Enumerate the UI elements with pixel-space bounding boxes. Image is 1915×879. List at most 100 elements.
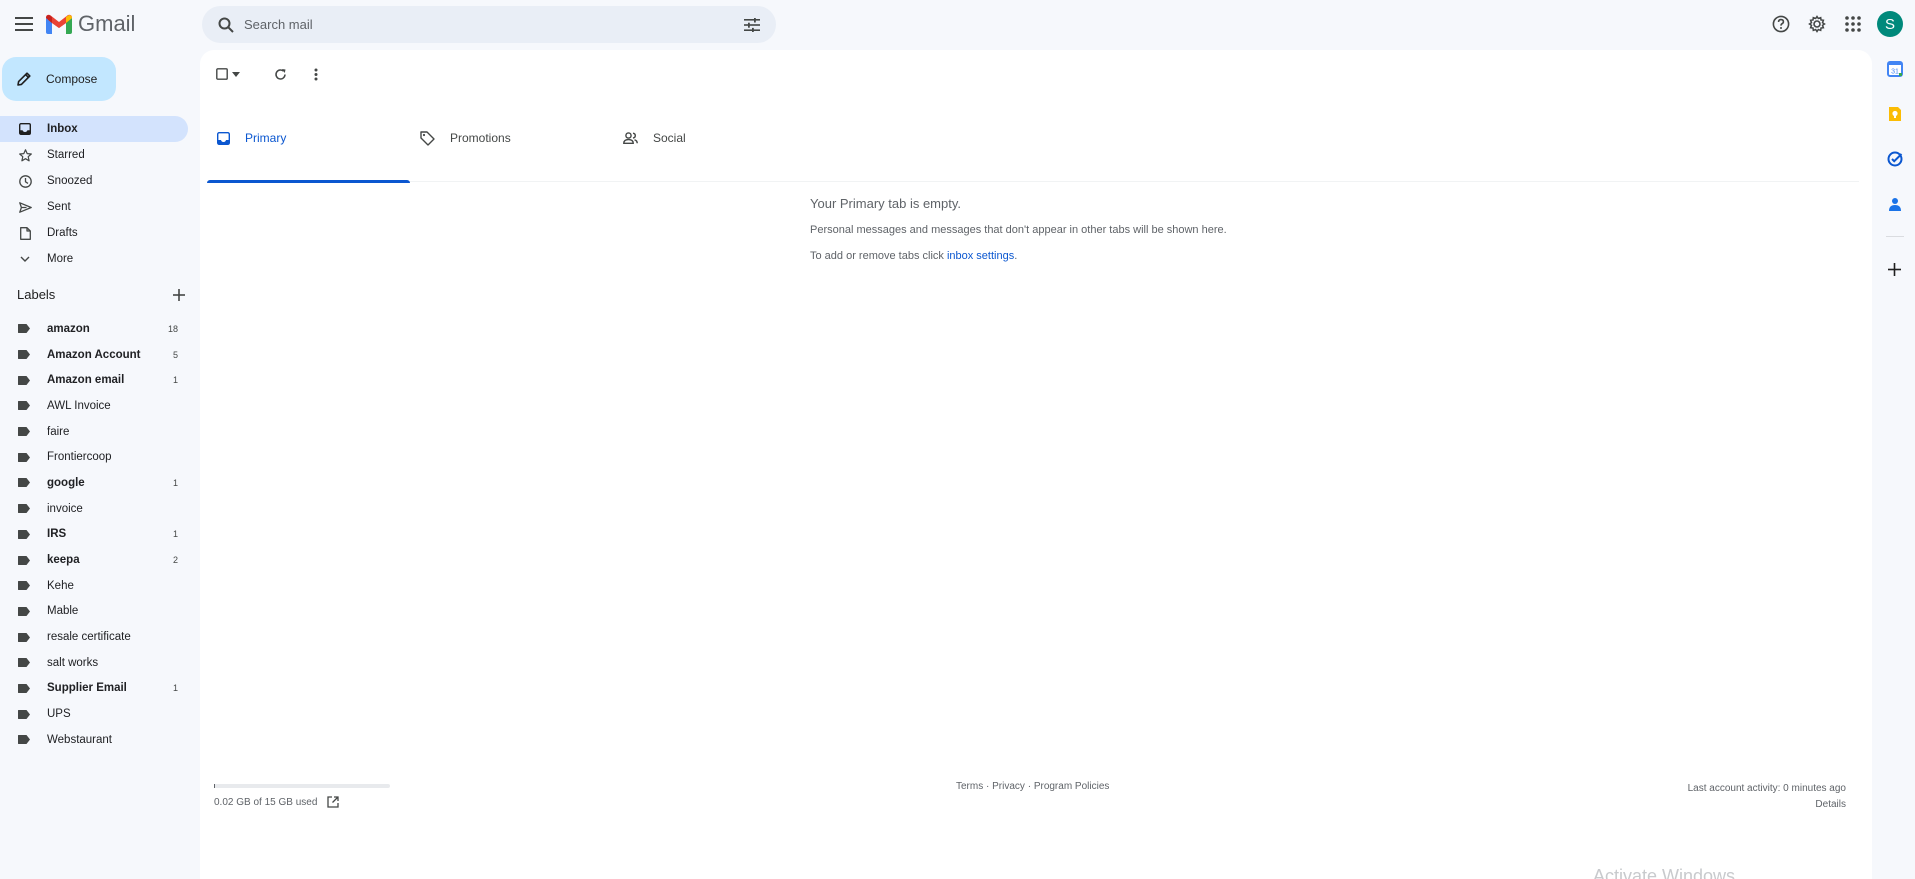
settings-button[interactable] [1799,6,1835,42]
unread-count: 1 [172,375,178,386]
label-item-invoice[interactable]: invoice [0,496,188,522]
details-link[interactable]: Details [1688,797,1846,813]
privacy-link[interactable]: Privacy [992,781,1025,792]
pencil-icon [17,72,31,86]
label-name: keepa [47,554,80,567]
sidebar-item-more[interactable]: More [0,246,188,272]
label-item-amazon-account[interactable]: Amazon Account 5 [0,342,188,368]
search-input[interactable] [244,17,734,32]
label-name: invoice [47,502,83,515]
account-avatar[interactable]: S [1877,11,1903,37]
refresh-icon [274,68,286,80]
sidebar-item-label: Snoozed [47,175,93,187]
help-icon [1772,15,1790,33]
labels-list: amazon 18 Amazon Account 5 Amazon email 1 AWL … [0,316,188,753]
label-item-kehe[interactable]: Kehe [0,573,188,599]
tab-label: Social [653,131,686,145]
gmail-logo[interactable]: Gmail [46,11,135,37]
hamburger-icon [15,17,33,31]
refresh-button[interactable] [266,58,294,90]
tab-primary[interactable]: Primary [207,94,410,183]
label-name: salt works [47,656,99,669]
google-apps-button[interactable] [1835,6,1871,42]
program-policies-link[interactable]: Program Policies [1034,781,1110,792]
label-item-irs[interactable]: IRS 1 [0,522,188,548]
label-name: Mable [47,605,79,618]
label-item-awl-invoice[interactable]: AWL Invoice [0,393,188,419]
label-item-amazon[interactable]: amazon 18 [0,316,188,342]
plus-icon [1888,262,1901,276]
category-tabs: Primary Promotions Social [207,94,1859,183]
label-icon [18,427,32,437]
calendar-app-button[interactable]: 31 [1882,56,1908,82]
compose-label: Compose [46,72,98,86]
search-icon [218,17,234,33]
search-button[interactable] [208,7,244,43]
support-button[interactable] [1763,6,1799,42]
sidebar-item-sent[interactable]: Sent [0,194,188,220]
tune-icon [744,17,760,32]
label-item-resale-certificate[interactable]: resale certificate [0,624,188,650]
label-name: Supplier Email [47,682,127,695]
empty-state-text: Personal messages and messages that don'… [810,224,1227,236]
draft-icon [18,226,32,240]
tab-social[interactable]: Social [613,94,816,182]
contacts-app-button[interactable] [1882,191,1908,217]
label-name: resale certificate [47,631,131,644]
gear-icon [1808,15,1826,33]
terms-link[interactable]: Terms [956,781,983,792]
label-icon [18,504,32,514]
unread-count: 2 [172,555,178,566]
label-item-webstaurant[interactable]: Webstaurant [0,727,188,753]
unread-count: 1 [172,477,178,488]
label-item-mable[interactable]: Mable [0,599,188,625]
unread-count: 18 [167,323,178,334]
sidebar-item-inbox[interactable]: Inbox [0,116,188,142]
keep-app-button[interactable] [1882,101,1908,127]
sidebar-nav: Inbox Starred Snoozed Sent Drafts More [0,116,188,272]
plus-icon[interactable] [173,288,185,301]
header-actions: S [1763,0,1915,48]
open-in-new-icon[interactable] [327,796,340,808]
label-name: IRS [47,528,67,541]
label-item-salt-works[interactable]: salt works [0,650,188,676]
label-icon [18,350,32,360]
compose-button[interactable]: Compose [2,57,116,101]
label-item-frontiercoop[interactable]: Frontiercoop [0,444,188,470]
more-actions-button[interactable] [302,58,330,90]
label-item-faire[interactable]: faire [0,419,188,445]
label-item-google[interactable]: google 1 [0,470,188,496]
sidebar-item-starred[interactable]: Starred [0,142,188,168]
inbox-icon [18,122,32,136]
get-addons-button[interactable] [1882,256,1908,282]
clock-icon [18,174,32,188]
tasks-app-button[interactable] [1882,146,1908,172]
label-name: Amazon email [47,374,125,387]
gmail-logo-text: Gmail [78,11,136,36]
label-icon [18,452,32,462]
svg-text:31: 31 [1891,69,1899,76]
tab-promotions[interactable]: Promotions [410,94,613,182]
storage-bar [214,784,390,788]
label-icon [18,324,32,334]
label-icon [18,478,32,488]
side-panel: 31 [1874,56,1915,301]
label-item-keepa[interactable]: keepa 2 [0,547,188,573]
label-item-supplier-email[interactable]: Supplier Email 1 [0,676,188,702]
sidebar-item-label: Sent [47,201,71,213]
select-all-checkbox[interactable] [214,58,242,90]
search-bar[interactable] [202,6,776,43]
send-icon [18,200,32,214]
label-item-amazon-email[interactable]: Amazon email 1 [0,367,188,393]
main-panel: Primary Promotions Social Your Primary t… [200,50,1872,879]
search-options-button[interactable] [734,7,770,43]
sidebar-item-label: Drafts [47,227,78,239]
main-menu-button[interactable] [12,12,36,36]
tab-label: Primary [245,131,287,145]
label-name: Webstaurant [47,733,112,746]
star-icon [18,148,32,162]
inbox-settings-link[interactable]: inbox settings [947,250,1014,262]
sidebar-item-snoozed[interactable]: Snoozed [0,168,188,194]
sidebar-item-drafts[interactable]: Drafts [0,220,188,246]
label-item-ups[interactable]: UPS [0,701,188,727]
